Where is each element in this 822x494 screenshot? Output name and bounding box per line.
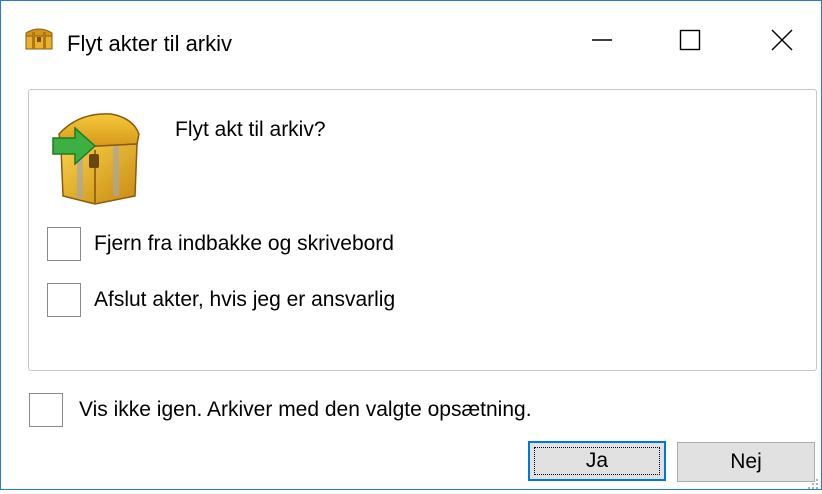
prompt-text: Flyt akt til arkiv? — [175, 118, 326, 141]
dialog-window: Flyt akter til arkiv Flyt akt til arkiv?… — [0, 0, 822, 490]
maximize-button[interactable] — [655, 19, 725, 65]
focus-rectangle — [534, 447, 660, 475]
title-bar[interactable]: Flyt akter til arkiv — [1, 1, 821, 65]
window-title: Flyt akter til arkiv — [67, 31, 233, 56]
close-cases-label[interactable]: Afslut akter, hvis jeg er ansvarlig — [94, 288, 395, 312]
remove-from-inbox-label[interactable]: Fjern fra indbakke og skrivebord — [94, 232, 394, 256]
minimize-button[interactable] — [567, 19, 637, 65]
option-close-cases[interactable]: Afslut akter, hvis jeg er ansvarlig — [47, 283, 395, 317]
yes-button[interactable]: Ja — [528, 441, 666, 481]
archive-chest-arrow-icon — [49, 108, 143, 206]
close-icon — [771, 29, 793, 55]
archive-chest-icon — [23, 23, 55, 51]
options-groupbox: Flyt akt til arkiv? Fjern fra indbakke o… — [28, 89, 817, 371]
dont-show-again-label[interactable]: Vis ikke igen. Arkiver med den valgte op… — [79, 398, 532, 422]
option-dont-show-again[interactable]: Vis ikke igen. Arkiver med den valgte op… — [29, 393, 532, 427]
option-remove-from-inbox[interactable]: Fjern fra indbakke og skrivebord — [47, 227, 394, 261]
dont-show-again-checkbox[interactable] — [29, 393, 63, 427]
remove-from-inbox-checkbox[interactable] — [47, 227, 81, 261]
close-cases-checkbox[interactable] — [47, 283, 81, 317]
no-button-label: Nej — [730, 450, 762, 473]
close-button[interactable] — [747, 19, 817, 65]
resize-grip-icon[interactable] — [807, 475, 819, 489]
minimize-icon — [591, 29, 613, 55]
maximize-icon — [679, 29, 701, 55]
no-button[interactable]: Nej — [677, 442, 815, 482]
